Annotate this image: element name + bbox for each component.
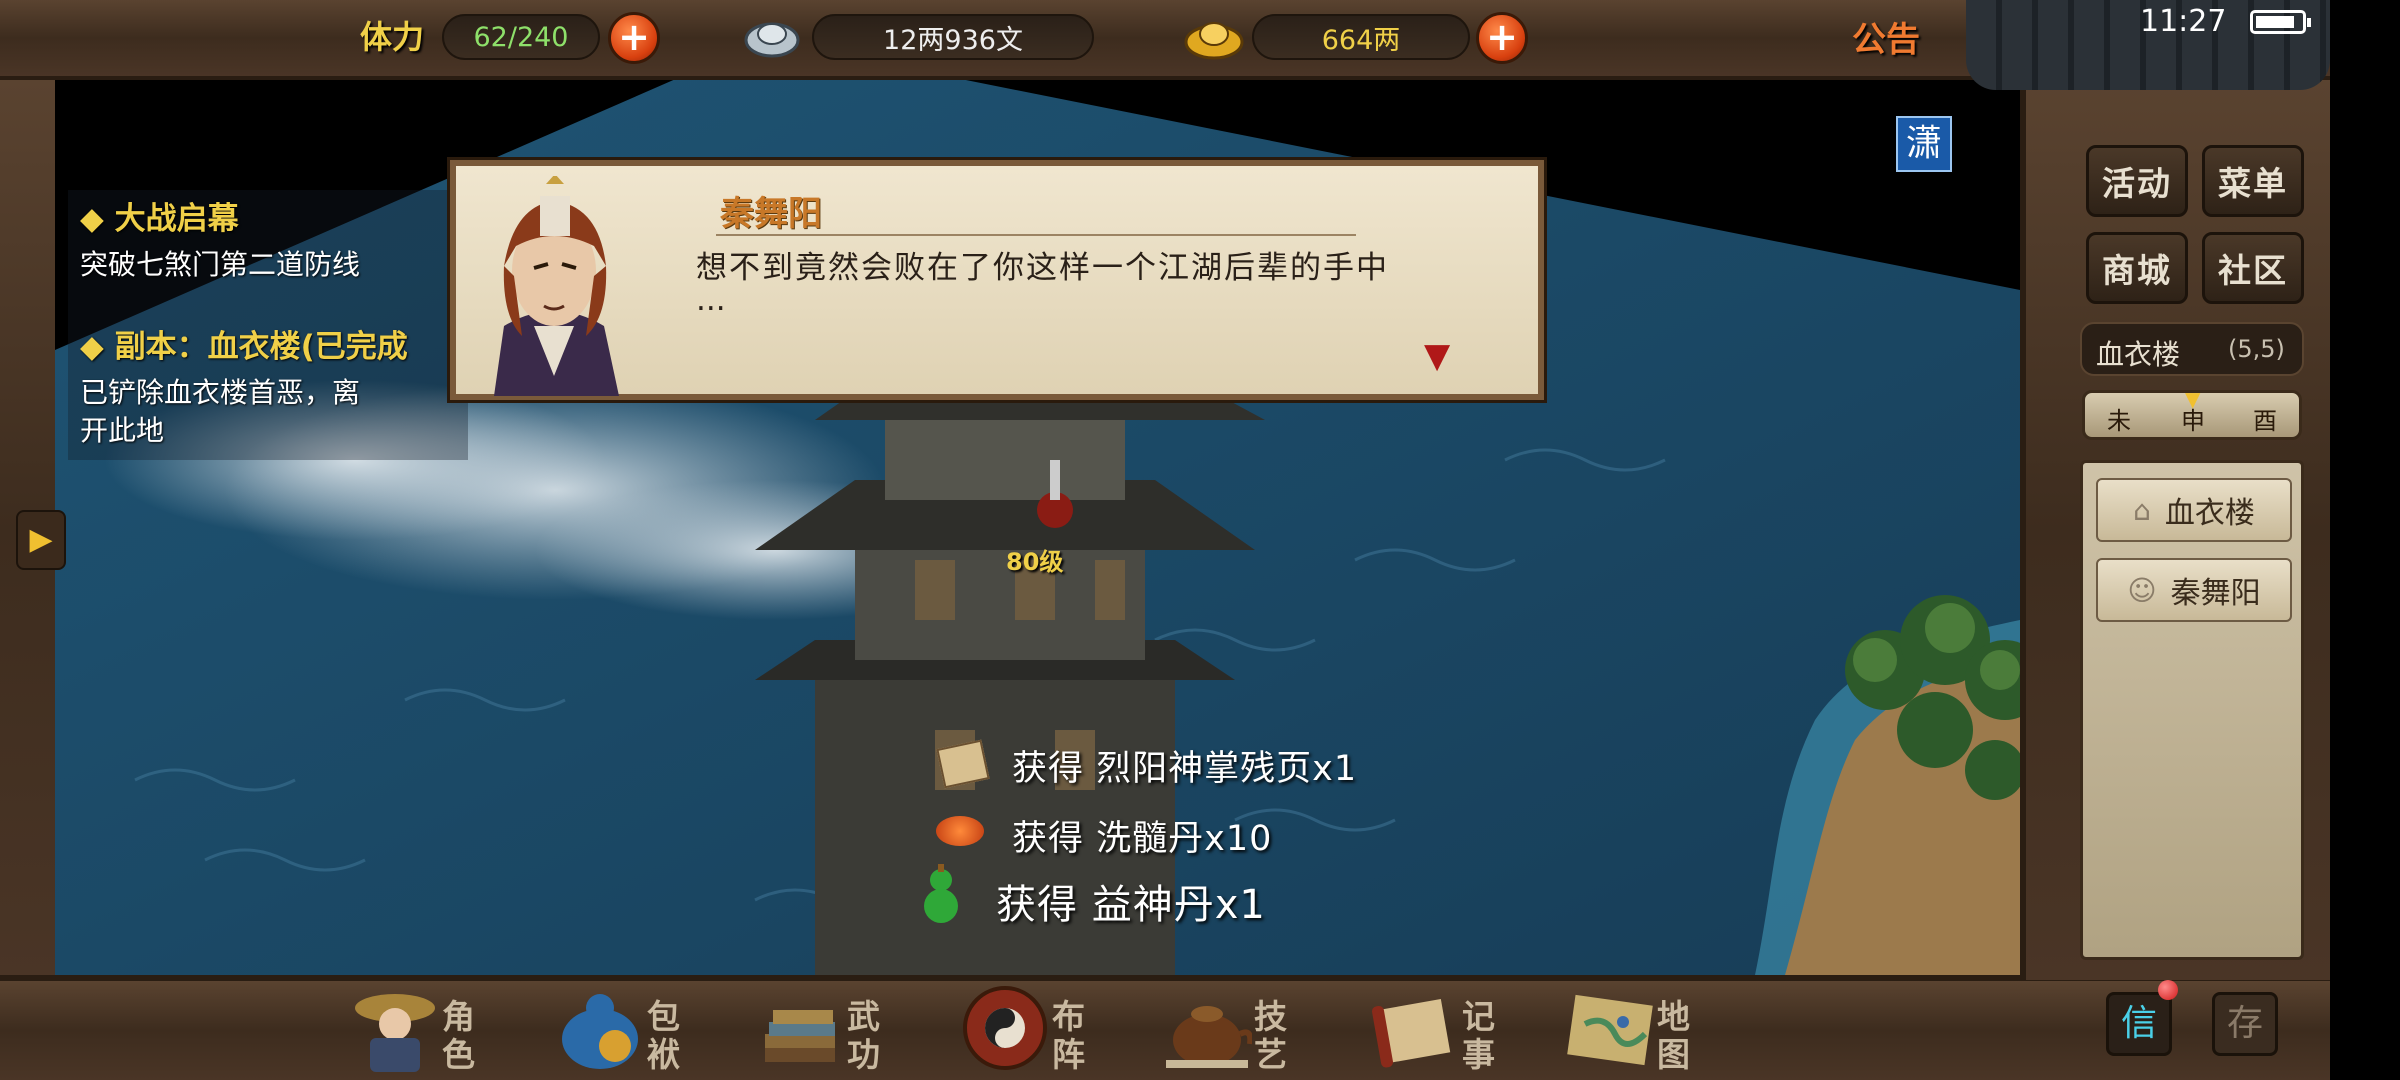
entity-label: 血衣楼 bbox=[2164, 496, 2255, 531]
nav-label: 武功 bbox=[847, 997, 880, 1074]
silver-value: 12两936文 bbox=[812, 14, 1094, 60]
menu-button[interactable]: 菜单 bbox=[2202, 145, 2304, 217]
shop-button[interactable]: 商城 bbox=[2086, 232, 2188, 304]
entity-label: 秦舞阳 bbox=[2170, 576, 2261, 611]
speaker-portrait bbox=[474, 174, 634, 396]
silver-icon bbox=[742, 10, 802, 66]
reward-gourd-icon bbox=[922, 864, 960, 924]
gold-icon bbox=[1182, 10, 1246, 66]
nav-label: 布阵 bbox=[1052, 997, 1085, 1074]
community-button[interactable]: 社区 bbox=[2202, 232, 2304, 304]
scroll-icon bbox=[1370, 984, 1460, 1072]
expand-arrow-button[interactable]: ▶ bbox=[16, 510, 66, 570]
location-bar: 血衣楼 (5,5) bbox=[2080, 322, 2304, 376]
reward-item: 获得 烈阳神掌残页x1 bbox=[1012, 749, 1358, 789]
nav-label: 角色 bbox=[442, 997, 475, 1074]
martial-arts-icon bbox=[755, 984, 845, 1072]
person-icon: ☺ bbox=[2127, 573, 2157, 607]
nav-label: 记事 bbox=[1462, 997, 1495, 1074]
quest-title-1[interactable]: ◆ 大战启幕 bbox=[80, 200, 239, 238]
speaker-name: 秦舞阳 bbox=[720, 194, 822, 234]
reward-item: 获得 洗髓丹x10 bbox=[1012, 819, 1273, 859]
status-strip bbox=[2330, 0, 2400, 1080]
activity-button[interactable]: 活动 bbox=[2086, 145, 2188, 217]
entity-card-npc[interactable]: ☺ 秦舞阳 bbox=[2096, 558, 2292, 622]
mail-notification-dot bbox=[2158, 980, 2178, 1000]
location-name: 血衣楼 bbox=[2096, 338, 2181, 371]
dialog-text: 想不到竟然会败在了你这样一个江湖后辈的手中 bbox=[696, 250, 1389, 286]
stamina-value: 62/240 bbox=[442, 14, 600, 60]
entity-card-house[interactable]: ⌂ 血衣楼 bbox=[2096, 478, 2292, 542]
reward-item: 获得 益神丹x1 bbox=[996, 882, 1266, 928]
quest-desc-2: 已铲除血衣楼首恶，离开此地 bbox=[80, 376, 361, 447]
quest-title-2[interactable]: ◆ 副本：血衣楼(已完成 bbox=[80, 328, 470, 366]
notice-button[interactable]: 公告 bbox=[1852, 12, 1920, 61]
npc-level: 80级 bbox=[1006, 548, 1064, 576]
nav-label: 地图 bbox=[1657, 997, 1690, 1074]
mail-button[interactable]: 信 bbox=[2106, 992, 2172, 1056]
nav-label: 包袱 bbox=[647, 997, 680, 1074]
add-stamina-button[interactable]: + bbox=[608, 12, 660, 64]
clock: 11:27 bbox=[2140, 4, 2227, 39]
nav-character[interactable]: 角色 bbox=[350, 980, 550, 1075]
time-mark: 酉 bbox=[2253, 407, 2277, 435]
add-gold-button[interactable]: + bbox=[1476, 12, 1528, 64]
gold-value: 664两 bbox=[1252, 14, 1470, 60]
nav-martial-arts[interactable]: 武功 bbox=[755, 980, 955, 1075]
formation-icon bbox=[960, 984, 1050, 1072]
house-icon: ⌂ bbox=[2133, 493, 2151, 527]
divider bbox=[716, 234, 1356, 236]
nav-skills[interactable]: 技艺 bbox=[1162, 980, 1362, 1075]
continue-arrow-icon[interactable]: ▼ bbox=[1424, 336, 1450, 376]
quest-desc-1: 突破七煞门第二道防线 bbox=[80, 248, 361, 281]
dialog-box[interactable]: 秦舞阳 想不到竟然会败在了你这样一个江湖后辈的手中 ... ▼ bbox=[450, 160, 1544, 400]
time-mark: 未 bbox=[2107, 407, 2131, 435]
dialog-ellipsis: ... bbox=[696, 282, 726, 318]
bag-icon bbox=[555, 984, 645, 1072]
nav-label: 技艺 bbox=[1254, 997, 1287, 1074]
nav-bag[interactable]: 包袱 bbox=[555, 980, 755, 1075]
teapot-icon bbox=[1162, 984, 1254, 1072]
nav-journal[interactable]: 记事 bbox=[1370, 980, 1570, 1075]
time-pointer-icon: ▼ bbox=[2185, 387, 2201, 411]
battery-icon bbox=[2250, 10, 2311, 34]
nav-formation[interactable]: 布阵 bbox=[960, 980, 1160, 1075]
location-coords: (5,5) bbox=[2228, 335, 2285, 363]
stamina-label: 体力 bbox=[360, 18, 425, 56]
nav-map[interactable]: 地图 bbox=[1565, 980, 1765, 1075]
time-dial: 未 申 酉 ▼ bbox=[2082, 387, 2302, 440]
mini-tag[interactable]: 潇 bbox=[1896, 116, 1952, 172]
character-icon bbox=[350, 984, 440, 1072]
map-icon bbox=[1565, 984, 1655, 1072]
reward-pill-icon bbox=[936, 816, 984, 846]
save-button[interactable]: 存 bbox=[2212, 992, 2278, 1056]
